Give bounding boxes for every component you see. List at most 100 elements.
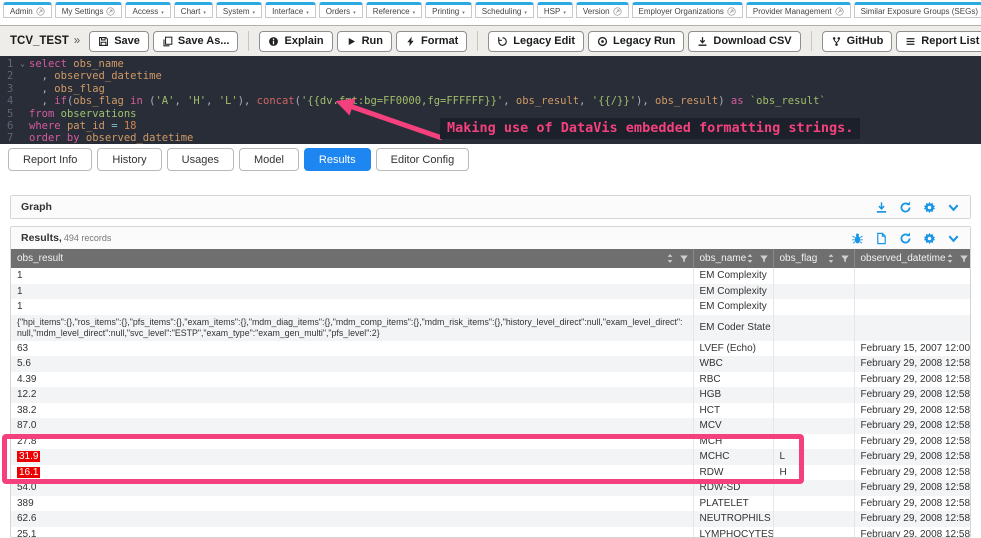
- table-row[interactable]: 389PLATELETFebruary 29, 2008 12:58 PM: [11, 496, 971, 512]
- save-as--button[interactable]: Save As...: [153, 31, 239, 52]
- table-row[interactable]: 16.1RDWHFebruary 29, 2008 12:58 PM: [11, 465, 971, 481]
- nav-tab-system[interactable]: System▾: [216, 2, 262, 18]
- nav-tab-interface[interactable]: Interface▾: [265, 2, 316, 18]
- nav-tab-scheduling[interactable]: Scheduling▾: [475, 2, 534, 18]
- results-panel-header[interactable]: Results,494 records: [11, 227, 970, 249]
- nav-tab-my-settings[interactable]: My Settings: [55, 2, 123, 18]
- cell-obs-name: RBC: [693, 372, 773, 388]
- graph-panel-header[interactable]: Graph: [11, 196, 970, 218]
- sort-icon[interactable]: [946, 253, 954, 264]
- cell-obs-flag: [773, 299, 854, 315]
- cell-obs-name: MCV: [693, 418, 773, 434]
- nav-tab-version[interactable]: Version: [576, 2, 629, 18]
- cell-obs-result: 1: [11, 268, 693, 284]
- cell-obs-result: {"hpi_items":{},"ros_items":{},"pfs_item…: [11, 315, 693, 341]
- tab-results[interactable]: Results: [304, 148, 371, 171]
- cell-obs-result: 1: [11, 299, 693, 315]
- file-icon[interactable]: [875, 232, 888, 245]
- filter-icon[interactable]: [679, 254, 689, 264]
- legacy-edit-button[interactable]: Legacy Edit: [488, 31, 584, 52]
- download-icon[interactable]: [875, 201, 888, 214]
- sort-icon[interactable]: [827, 253, 835, 264]
- table-row[interactable]: 87.0MCVFebruary 29, 2008 12:58 PM: [11, 418, 971, 434]
- table-row[interactable]: 1EM Complexity: [11, 284, 971, 300]
- sql-editor[interactable]: 1⌄select obs_name2 , observed_datetime3 …: [0, 56, 981, 144]
- column-header-obs_flag[interactable]: obs_flag: [773, 249, 854, 268]
- chevron-down-icon[interactable]: [947, 232, 960, 245]
- table-row[interactable]: 4.39RBCFebruary 29, 2008 12:58 PM: [11, 372, 971, 388]
- nav-tab-similar-exposure-groups-segs-[interactable]: Similar Exposure Groups (SEGs): [854, 2, 981, 18]
- sort-icon[interactable]: [666, 253, 674, 264]
- cell-obs-result: 16.1: [11, 465, 693, 481]
- download-csv-button[interactable]: Download CSV: [688, 31, 800, 52]
- report-list-button[interactable]: Report List: [896, 31, 981, 52]
- explain-button[interactable]: Explain: [259, 31, 332, 52]
- cell-obs-name: HGB: [693, 387, 773, 403]
- toolbar-separator: [811, 31, 812, 51]
- filter-icon[interactable]: [959, 254, 969, 264]
- nav-tab-orders[interactable]: Orders▾: [319, 2, 363, 18]
- refresh-icon[interactable]: [899, 201, 912, 214]
- nav-tab-provider-management[interactable]: Provider Management: [746, 2, 851, 18]
- content-area: Graph Results,494 records obs_resultobs_…: [0, 175, 981, 538]
- button-label: Format: [421, 35, 458, 47]
- table-row[interactable]: 31.9MCHCLFebruary 29, 2008 12:58 PM: [11, 449, 971, 465]
- table-row[interactable]: 25.1LYMPHOCYTESFebruary 29, 2008 12:58 P…: [11, 527, 971, 538]
- tab-editor-config[interactable]: Editor Config: [376, 148, 470, 171]
- cell-observed-datetime: February 29, 2008 12:58 PM: [854, 356, 971, 372]
- format-button[interactable]: Format: [396, 31, 467, 52]
- nav-tab-employer-organizations[interactable]: Employer Organizations: [632, 2, 743, 18]
- table-row[interactable]: 63LVEF (Echo)February 15, 2007 12:00 AM: [11, 341, 971, 357]
- refresh-icon[interactable]: [899, 232, 912, 245]
- graph-panel: Graph: [10, 195, 971, 219]
- tab-model[interactable]: Model: [239, 148, 299, 171]
- github-button[interactable]: GitHub: [822, 31, 893, 52]
- nav-tab-access[interactable]: Access▾: [125, 2, 170, 18]
- nav-tab-chart[interactable]: Chart▾: [174, 2, 213, 18]
- tab-history[interactable]: History: [97, 148, 161, 171]
- filter-icon[interactable]: [759, 254, 769, 264]
- table-row[interactable]: 38.2HCTFebruary 29, 2008 12:58 PM: [11, 403, 971, 419]
- tab-usages[interactable]: Usages: [167, 148, 234, 171]
- results-panel: Results,494 records obs_resultobs_nameob…: [10, 226, 971, 538]
- table-row[interactable]: 54.0RDW-SDFebruary 29, 2008 12:58 PM: [11, 480, 971, 496]
- legacy-run-button[interactable]: Legacy Run: [588, 31, 684, 52]
- button-label: Report List: [921, 35, 979, 47]
- column-header-observed_datetime[interactable]: observed_datetime: [854, 249, 971, 268]
- bug-icon[interactable]: [851, 232, 864, 245]
- column-label: obs_flag: [780, 253, 818, 264]
- table-row[interactable]: 5.6WBCFebruary 29, 2008 12:58 PM: [11, 356, 971, 372]
- nav-tab-label: Scheduling: [482, 7, 522, 16]
- fold-gutter: [16, 108, 29, 120]
- nav-tab-hsp[interactable]: HSP▾: [537, 2, 573, 18]
- chevron-down-icon[interactable]: [947, 201, 960, 214]
- table-row[interactable]: 1EM Complexity: [11, 299, 971, 315]
- nav-tab-label: HSP: [544, 7, 560, 16]
- column-header-obs_name[interactable]: obs_name: [693, 249, 773, 268]
- tab-report-info[interactable]: Report Info: [8, 148, 92, 171]
- report-name-label: TCV_TEST: [10, 35, 69, 47]
- table-row[interactable]: {"hpi_items":{},"ros_items":{},"pfs_item…: [11, 315, 971, 341]
- nav-tab-reference[interactable]: Reference▾: [366, 2, 422, 18]
- fold-gutter: [16, 132, 29, 144]
- line-number: 3: [0, 83, 16, 95]
- cell-obs-flag: [773, 268, 854, 284]
- table-row[interactable]: 27.8MCHFebruary 29, 2008 12:58 PM: [11, 434, 971, 450]
- table-row[interactable]: 62.6NEUTROPHILSFebruary 29, 2008 12:58 P…: [11, 511, 971, 527]
- fold-caret-icon[interactable]: ⌄: [16, 58, 29, 70]
- filter-icon[interactable]: [840, 254, 850, 264]
- report-name-chevron[interactable]: »: [74, 35, 80, 47]
- table-row[interactable]: 12.2HGBFebruary 29, 2008 12:58 PM: [11, 387, 971, 403]
- flagged-result-value: 31.9: [17, 451, 40, 462]
- save-button[interactable]: Save: [89, 31, 149, 52]
- table-row[interactable]: 1EM Complexity: [11, 268, 971, 284]
- report-name[interactable]: TCV_TEST »: [10, 35, 80, 47]
- gear-icon[interactable]: [923, 232, 936, 245]
- gear-icon[interactable]: [923, 201, 936, 214]
- nav-tab-admin[interactable]: Admin: [3, 2, 52, 18]
- sort-icon[interactable]: [746, 253, 754, 264]
- results-table-header-row: obs_resultobs_name obs_flag observed_datet…: [11, 249, 971, 268]
- run-button[interactable]: Run: [337, 31, 392, 52]
- nav-tab-printing[interactable]: Printing▾: [425, 2, 472, 18]
- column-header-obs_result[interactable]: obs_result: [11, 249, 693, 268]
